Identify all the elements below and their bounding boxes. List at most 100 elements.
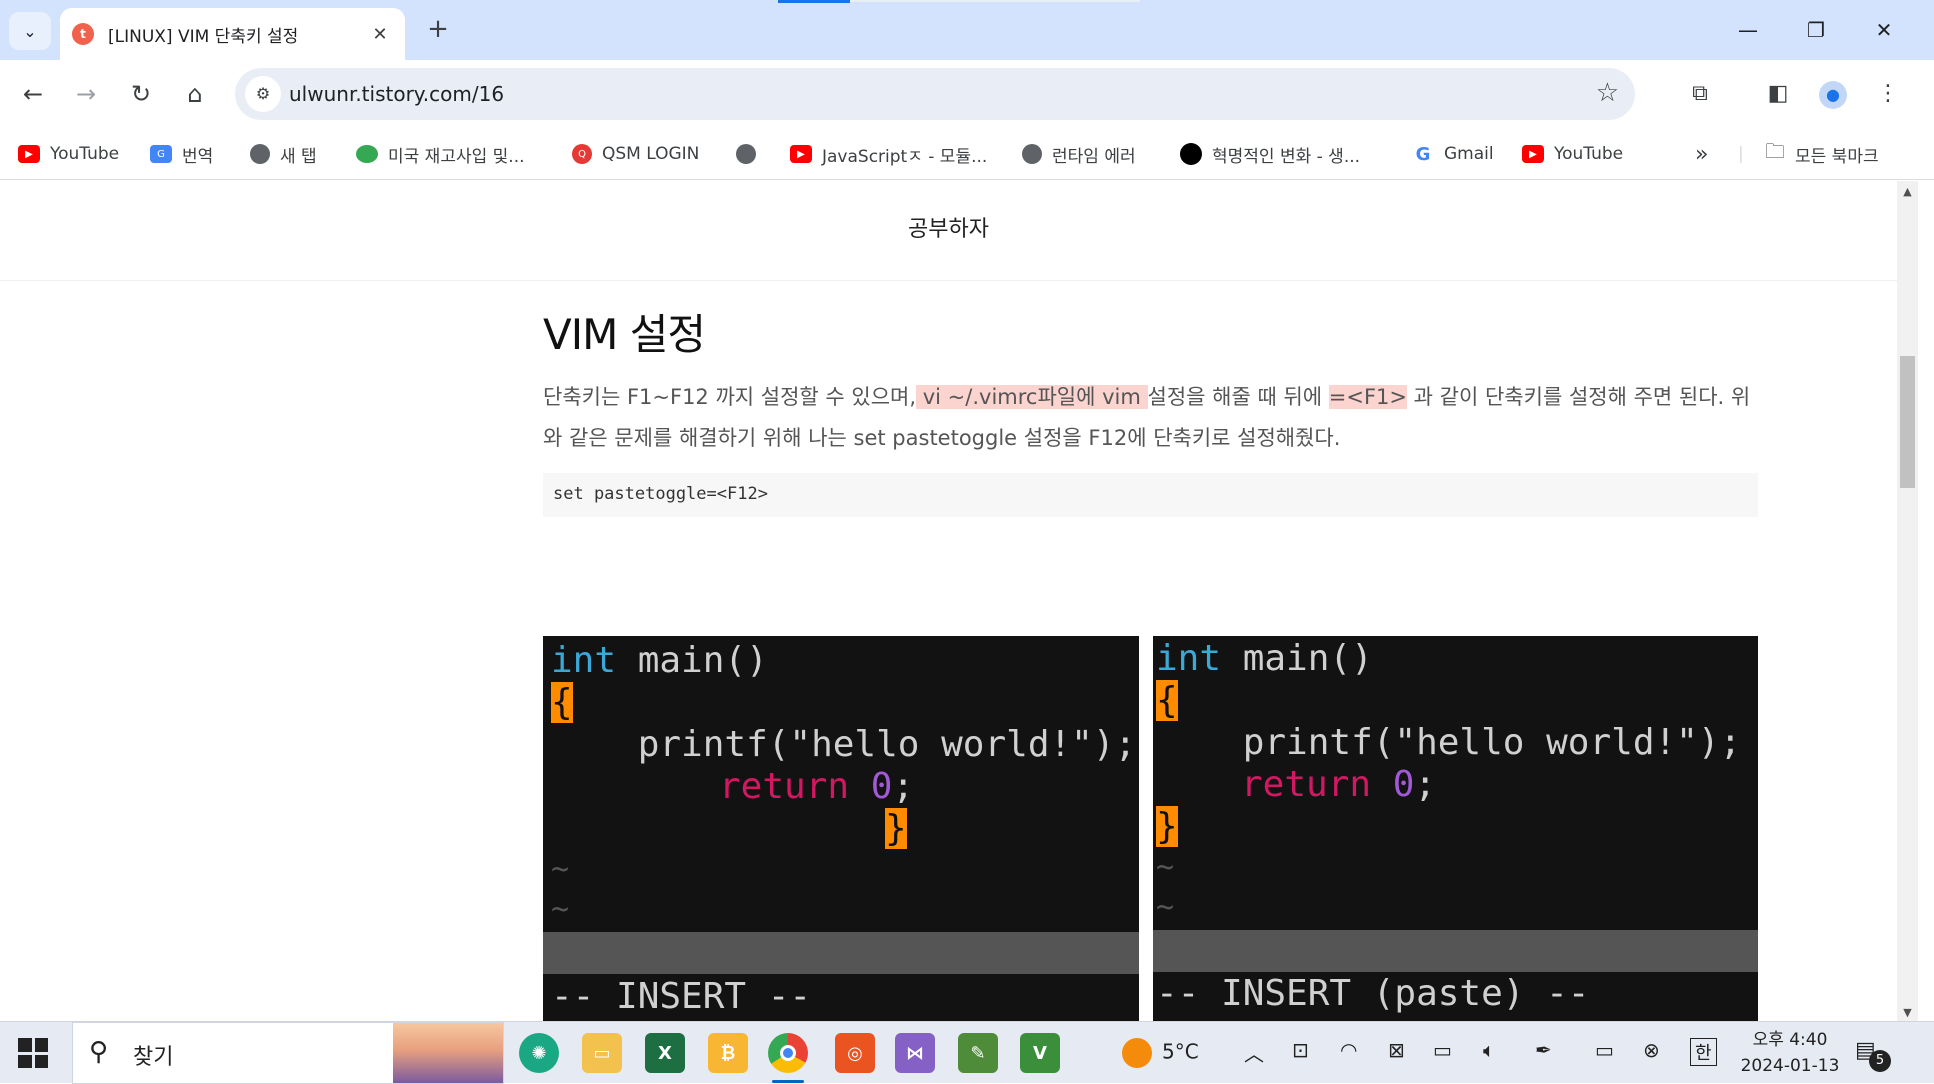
profile-avatar[interactable]: ● xyxy=(1815,76,1851,112)
empty-line-marker: ~ xyxy=(1156,850,1175,885)
restore-button[interactable]: ❐ xyxy=(1788,10,1844,50)
loading-indicator xyxy=(778,0,850,3)
bookmark-star-icon[interactable]: ☆ xyxy=(1596,78,1619,108)
bookmark-item[interactable]: 미국 재고사입 및... xyxy=(356,138,525,170)
code-line: return 0; xyxy=(1241,764,1437,805)
page-scrollbar[interactable]: ▲ ▼ xyxy=(1897,181,1918,1021)
scrollbar-thumb[interactable] xyxy=(1900,356,1915,488)
home-button[interactable]: ⌂ xyxy=(177,76,213,112)
close-window-button[interactable]: ✕ xyxy=(1856,10,1912,50)
reload-button[interactable]: ↻ xyxy=(123,76,159,112)
home-icon: ⌂ xyxy=(187,80,203,108)
notes-app-icon[interactable]: ₿ xyxy=(708,1033,748,1073)
code-line: { xyxy=(551,682,573,723)
url-text[interactable]: ulwunr.tistory.com/16 xyxy=(289,82,504,106)
excel-icon[interactable]: X xyxy=(645,1033,685,1073)
menu-kebab-icon[interactable]: ⋮ xyxy=(1870,76,1906,112)
display-icon[interactable]: ▭ xyxy=(1595,1038,1614,1062)
side-panel-icon[interactable]: ◧ xyxy=(1760,76,1796,112)
cup-icon xyxy=(356,145,378,163)
windows-start-button[interactable] xyxy=(18,1038,48,1068)
qsm-icon: Q xyxy=(572,144,592,164)
bookmark-item[interactable]: 혁명적인 변화 - 생... xyxy=(1180,138,1360,170)
vim-screenshot-insert: int main() { printf("hello world!"); ret… xyxy=(543,636,1139,1021)
page-viewport: 공부하자 VIM 설정 단축키는 F1~F12 까지 설정할 수 있으며, vi… xyxy=(0,181,1897,1021)
bookmark-item[interactable]: ▶ JavaScriptㅈ - 모듈... xyxy=(790,138,987,170)
notification-count-badge: 5 xyxy=(1869,1050,1891,1072)
file-explorer-icon[interactable]: ▭ xyxy=(582,1033,622,1073)
tab-close-icon[interactable]: ✕ xyxy=(367,24,393,45)
youtube-icon: ▶ xyxy=(1522,145,1544,163)
code-line: int main() xyxy=(1156,638,1373,679)
tistory-favicon-icon: t xyxy=(72,23,94,45)
bookmark-item[interactable]: G 번역 xyxy=(150,138,213,170)
bookmarks-bar: ▶ YouTube G 번역 새 탭 미국 재고사입 및... Q QSM LOGIN… xyxy=(0,128,1934,180)
search-icon: ⚲ xyxy=(89,1037,109,1067)
post-paragraph: 단축키는 F1~F12 까지 설정할 수 있으며, vi ~/.vimrc파일에… xyxy=(543,385,1751,450)
arrow-left-icon: ← xyxy=(22,80,44,108)
reload-icon: ↻ xyxy=(130,80,152,108)
bookmark-item[interactable]: 새 탭 xyxy=(250,138,317,170)
bookmarks-divider: | xyxy=(1738,144,1744,164)
chrome-icon[interactable] xyxy=(768,1033,808,1083)
bookmark-item[interactable]: ▶ YouTube xyxy=(18,138,119,170)
weather-widget[interactable]: 5°C xyxy=(1122,1038,1199,1068)
circle-icon xyxy=(1180,143,1202,165)
volume-icon[interactable]: 🔈︎ xyxy=(1483,1038,1495,1062)
blog-name[interactable]: 공부하자 xyxy=(0,211,1897,243)
minimize-button[interactable]: — xyxy=(1720,10,1776,50)
active-tab[interactable]: t [LINUX] VIM 단축키 설정 ✕ xyxy=(60,8,405,60)
visual-studio-icon[interactable]: ⋈ xyxy=(895,1033,935,1073)
tray-overflow-icon[interactable]: ︿ xyxy=(1244,1038,1264,1067)
pen-icon[interactable]: ✒ xyxy=(1535,1038,1552,1062)
empty-line-marker: ~ xyxy=(551,892,570,927)
close-circle-icon[interactable]: ⊗ xyxy=(1643,1038,1660,1062)
bookmark-item[interactable]: 런타임 에러 xyxy=(1022,138,1136,170)
globe-icon xyxy=(250,144,270,164)
site-info-icon[interactable]: ⚙ xyxy=(245,76,281,112)
address-bar[interactable]: ⚙ ulwunr.tistory.com/16 ☆ xyxy=(235,68,1635,120)
taskbar-search-box[interactable]: ⚲ 찾기 xyxy=(72,1022,504,1084)
code-text: set pastetoggle=<F12> xyxy=(553,484,768,504)
wifi-icon[interactable]: ◠ xyxy=(1340,1038,1357,1062)
vpn-icon[interactable]: ⊠ xyxy=(1388,1038,1405,1062)
vim-statusline xyxy=(1153,930,1758,972)
youtube-icon: ▶ xyxy=(790,145,812,163)
chatgpt-app-icon[interactable]: ✺ xyxy=(519,1033,559,1073)
battery-icon[interactable]: ▭ xyxy=(1433,1038,1452,1062)
ime-indicator[interactable]: 한 xyxy=(1690,1038,1717,1066)
bookmark-item[interactable]: Q QSM LOGIN xyxy=(572,138,699,170)
sun-icon xyxy=(1122,1038,1152,1068)
vim-statusline xyxy=(543,932,1139,974)
clock-date: 2024-01-13 xyxy=(1740,1056,1840,1076)
extensions-icon[interactable]: ⧉ xyxy=(1682,76,1718,112)
all-bookmarks-button[interactable]: 🗀 모든 북마크 xyxy=(1765,138,1879,170)
scroll-down-icon[interactable]: ▼ xyxy=(1897,1006,1918,1019)
empty-line-marker: ~ xyxy=(1156,890,1175,925)
search-placeholder: 찾기 xyxy=(133,1045,174,1070)
bookmarks-overflow-button[interactable]: » xyxy=(1695,138,1708,170)
new-tab-button[interactable]: + xyxy=(420,14,456,44)
globe-icon xyxy=(736,144,756,164)
bookmark-item[interactable] xyxy=(736,138,766,170)
post-title: VIM 설정 xyxy=(543,310,706,359)
tab-strip: ⌄ t [LINUX] VIM 단축키 설정 ✕ + — ❐ ✕ xyxy=(0,0,1934,60)
vim-mode-indicator: -- INSERT -- xyxy=(551,976,812,1017)
scroll-up-icon[interactable]: ▲ xyxy=(1897,185,1918,198)
code-block: set pastetoggle=<F12> xyxy=(543,473,1758,517)
pen-tool-icon[interactable]: ✎ xyxy=(958,1033,998,1073)
bookmark-item[interactable]: ▶ YouTube xyxy=(1522,138,1623,170)
empty-line-marker: ~ xyxy=(551,852,570,887)
blog-header: 공부하자 xyxy=(0,181,1897,281)
forward-button[interactable]: → xyxy=(68,76,104,112)
notification-center-button[interactable]: ▤ 5 xyxy=(1855,1038,1891,1072)
youtube-icon: ▶ xyxy=(18,145,40,163)
ubuntu-icon[interactable]: ◎ xyxy=(835,1033,875,1073)
tab-search-button[interactable]: ⌄ xyxy=(9,12,51,50)
google-icon: G xyxy=(1415,143,1431,165)
system-clock[interactable]: 오후 4:40 2024-01-13 xyxy=(1730,1027,1850,1079)
back-button[interactable]: ← xyxy=(15,76,51,112)
vim-icon[interactable]: V xyxy=(1020,1033,1060,1073)
meet-icon[interactable]: ⊡ xyxy=(1292,1038,1309,1062)
bookmark-item[interactable]: G Gmail xyxy=(1412,138,1494,170)
